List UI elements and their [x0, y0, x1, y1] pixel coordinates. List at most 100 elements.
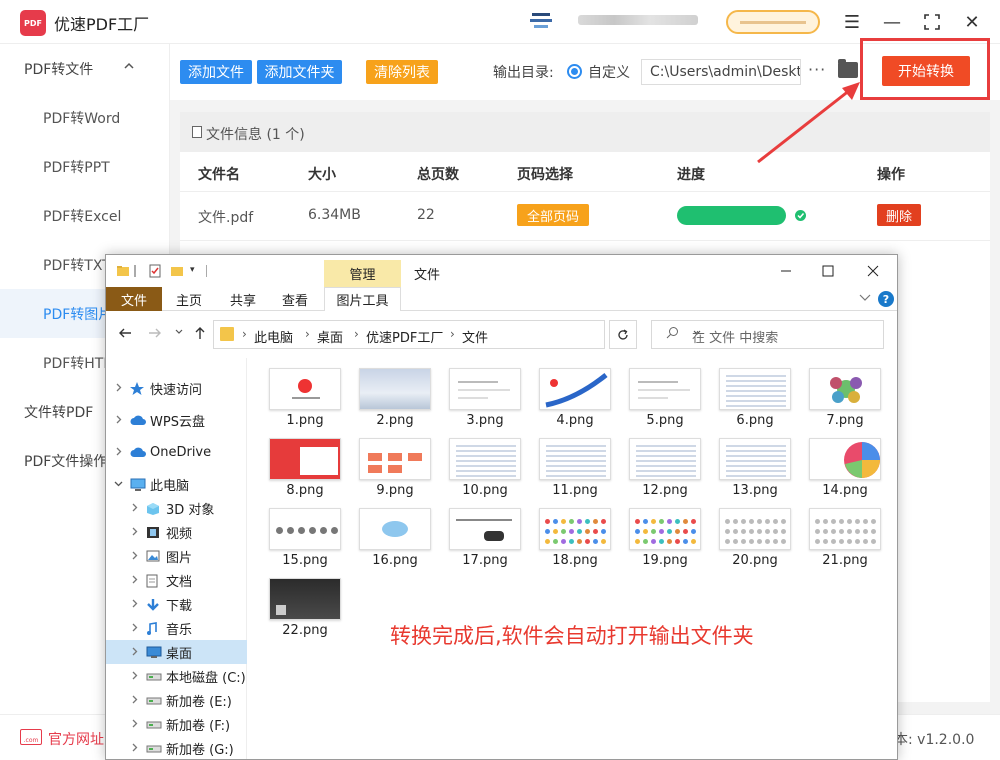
nav-item-picture[interactable]: 图片	[106, 544, 247, 568]
file-item[interactable]: 12.png	[629, 438, 701, 504]
nav-item-film[interactable]: 视频	[106, 520, 247, 544]
file-item[interactable]: 10.png	[449, 438, 521, 504]
manage-tab[interactable]: 管理	[324, 260, 401, 287]
chevron-right-icon[interactable]	[114, 382, 123, 395]
sidebar-item-pdf-to-ppt[interactable]: PDF转PPT	[0, 142, 170, 191]
nav-item-drive[interactable]: 新加卷 (G:)	[106, 736, 247, 759]
ribbon-tab-view[interactable]: 查看	[274, 287, 316, 311]
properties-icon[interactable]	[148, 264, 162, 278]
chevron-down-icon[interactable]	[114, 478, 123, 491]
nav-item-download[interactable]: 下载	[106, 592, 247, 616]
official-site-link[interactable]: 官方网址	[48, 729, 104, 749]
ribbon-tab-share[interactable]: 共享	[222, 287, 264, 311]
page-select-button[interactable]: 全部页码	[517, 204, 589, 226]
recent-dropdown-icon[interactable]	[174, 326, 184, 339]
nav-item-star[interactable]: 快速访问	[106, 376, 247, 400]
search-input[interactable]: 在 文件 中搜索	[651, 320, 884, 349]
help-icon[interactable]: ?	[878, 291, 894, 307]
delete-button[interactable]: 删除	[877, 204, 921, 226]
chevron-right-icon[interactable]	[130, 718, 139, 731]
file-item[interactable]: 22.png	[269, 578, 341, 644]
add-file-button[interactable]: 添加文件	[180, 60, 252, 84]
nav-item-cloud[interactable]: OneDrive	[106, 440, 247, 464]
breadcrumb-desktop[interactable]: 桌面	[317, 327, 343, 346]
clear-list-button[interactable]: 清除列表	[366, 60, 438, 84]
chevron-right-icon[interactable]	[130, 526, 139, 539]
ribbon-tab-file[interactable]: 文件	[106, 287, 162, 311]
file-item[interactable]: 4.png	[539, 368, 611, 434]
file-item[interactable]: 6.png	[719, 368, 791, 434]
nav-item-cloud[interactable]: WPS云盘	[106, 408, 247, 432]
download-icon	[146, 598, 160, 611]
add-folder-button[interactable]: 添加文件夹	[257, 60, 342, 84]
chevron-right-icon[interactable]	[114, 414, 123, 427]
file-info-title: 文件信息 (1 个)	[206, 127, 305, 143]
address-bar[interactable]: › 此电脑 › 桌面 › 优速PDF工厂 › 文件	[213, 320, 701, 349]
new-folder-icon[interactable]	[170, 264, 184, 278]
chevron-down-icon[interactable]: ▾	[190, 265, 204, 279]
nav-item-drive[interactable]: 新加卷 (F:)	[106, 712, 247, 736]
chevron-right-icon[interactable]	[130, 694, 139, 707]
nav-item-desktop[interactable]: 桌面	[106, 640, 247, 664]
forward-arrow-icon[interactable]	[148, 326, 162, 344]
expand-ribbon-icon[interactable]	[859, 291, 871, 305]
file-item[interactable]: 15.png	[269, 508, 341, 574]
nav-item-drive[interactable]: 新加卷 (E:)	[106, 688, 247, 712]
more-options-button[interactable]: ···	[808, 60, 826, 79]
up-arrow-icon[interactable]	[193, 326, 207, 344]
file-item[interactable]: 16.png	[359, 508, 431, 574]
file-item[interactable]: 7.png	[809, 368, 881, 434]
ribbon-tab-home[interactable]: 主页	[168, 287, 210, 311]
file-item[interactable]: 1.png	[269, 368, 341, 434]
maximize-icon[interactable]	[920, 10, 944, 34]
menu-icon[interactable]: ☰	[840, 10, 864, 34]
chevron-right-icon[interactable]	[114, 446, 123, 459]
close-icon[interactable]	[863, 261, 883, 281]
nav-item-computer[interactable]: 此电脑	[106, 472, 247, 496]
close-icon[interactable]: ✕	[960, 10, 984, 34]
chevron-right-icon[interactable]	[130, 574, 139, 587]
back-arrow-icon[interactable]	[118, 326, 132, 344]
website-icon[interactable]: .com	[20, 729, 42, 745]
breadcrumb-this-pc[interactable]: 此电脑	[254, 327, 293, 346]
file-item[interactable]: 11.png	[539, 438, 611, 504]
nav-item-cube[interactable]: 3D 对象	[106, 496, 247, 520]
chevron-right-icon[interactable]	[130, 670, 139, 683]
refresh-button[interactable]	[609, 320, 637, 349]
sidebar-item-pdf-to-excel[interactable]: PDF转Excel	[0, 191, 170, 240]
breadcrumb-app-folder[interactable]: 优速PDF工厂	[366, 327, 443, 346]
minimize-icon[interactable]	[776, 261, 796, 281]
nav-item-music[interactable]: 音乐	[106, 616, 247, 640]
file-item[interactable]: 14.png	[809, 438, 881, 504]
nav-item-drive[interactable]: 本地磁盘 (C:)	[106, 664, 247, 688]
file-item[interactable]: 21.png	[809, 508, 881, 574]
file-name-label: 22.png	[282, 623, 328, 638]
nav-item-document[interactable]: 文档	[106, 568, 247, 592]
file-item[interactable]: 9.png	[359, 438, 431, 504]
file-item[interactable]: 2.png	[359, 368, 431, 434]
sidebar-item-pdf-to-word[interactable]: PDF转Word	[0, 93, 170, 142]
minimize-icon[interactable]: —	[880, 10, 904, 34]
maximize-icon[interactable]	[818, 261, 838, 281]
blurred-upgrade-button[interactable]	[726, 10, 820, 34]
file-item[interactable]: 5.png	[629, 368, 701, 434]
ribbon-tab-picture-tools[interactable]: 图片工具	[324, 287, 401, 311]
image-thumbnail	[629, 368, 701, 410]
file-item[interactable]: 20.png	[719, 508, 791, 574]
chevron-right-icon[interactable]	[130, 502, 139, 515]
open-folder-icon[interactable]	[838, 59, 858, 78]
file-item[interactable]: 3.png	[449, 368, 521, 434]
file-item[interactable]: 19.png	[629, 508, 701, 574]
file-item[interactable]: 13.png	[719, 438, 791, 504]
breadcrumb-files[interactable]: 文件	[462, 327, 488, 346]
file-item[interactable]: 8.png	[269, 438, 341, 504]
chevron-right-icon[interactable]	[130, 550, 139, 563]
chevron-right-icon[interactable]	[130, 598, 139, 611]
chevron-right-icon[interactable]	[130, 742, 139, 755]
sidebar-item-pdf-to-file[interactable]: PDF转文件	[0, 44, 170, 93]
file-item[interactable]: 18.png	[539, 508, 611, 574]
chevron-right-icon[interactable]	[130, 622, 139, 635]
chevron-right-icon[interactable]	[130, 646, 139, 659]
file-item[interactable]: 17.png	[449, 508, 521, 574]
custom-radio[interactable]	[567, 64, 582, 79]
